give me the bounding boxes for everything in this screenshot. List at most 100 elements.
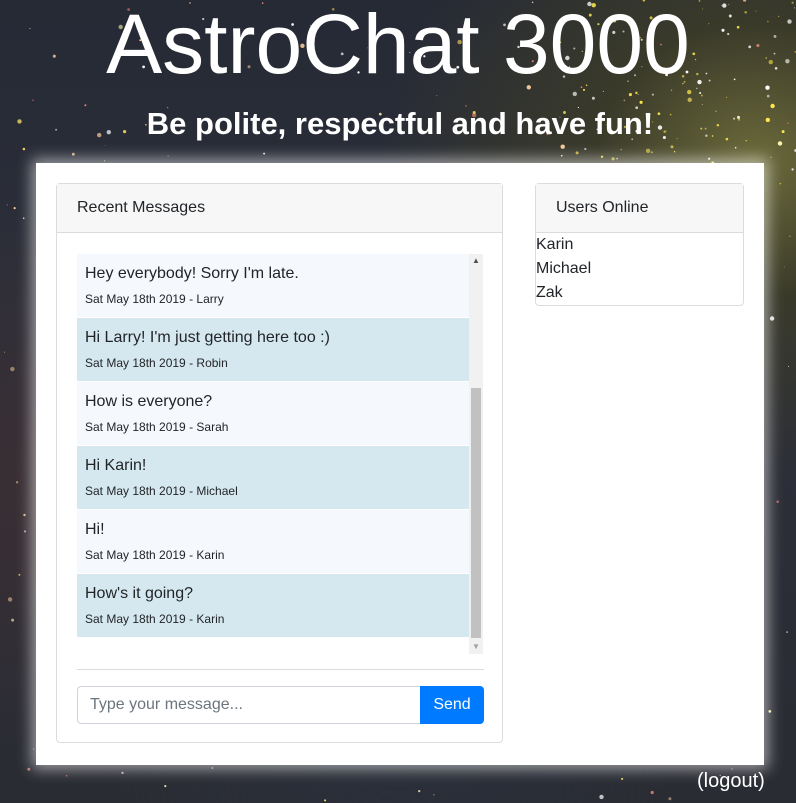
message-text: Hi Larry! I'm just getting here too :) (85, 329, 330, 346)
message-item: Hey everybody! Sorry I'm late. Sat May 1… (77, 254, 469, 318)
message-item: Hi! Sat May 18th 2019 - Karin (77, 510, 469, 574)
scrollbar-thumb[interactable] (471, 388, 481, 638)
message-item: Hi Karin! Sat May 18th 2019 - Michael (77, 446, 469, 510)
message-item: Hi Larry! I'm just getting here too :) S… (77, 318, 469, 382)
user-item: Karin (536, 236, 574, 253)
send-button[interactable]: Send (420, 686, 484, 724)
star (7, 597, 13, 602)
star (637, 94, 639, 96)
star (23, 530, 27, 533)
message-text: Hi Karin! (85, 457, 147, 474)
star (623, 99, 626, 102)
star (22, 217, 25, 219)
star (11, 618, 15, 622)
scroll-up-arrow-icon[interactable]: ▲ (469, 254, 483, 268)
star (620, 148, 622, 151)
star (6, 204, 8, 206)
star (770, 156, 772, 158)
star (211, 767, 214, 769)
star (635, 91, 638, 95)
star (418, 789, 421, 793)
message-item: How is everyone? Sat May 18th 2019 - Sar… (77, 382, 469, 446)
star (324, 799, 327, 802)
message-meta: Sat May 18th 2019 - Karin (85, 548, 225, 562)
star (263, 152, 266, 155)
star (779, 182, 782, 185)
message-meta: Sat May 18th 2019 - Larry (85, 292, 224, 306)
star (768, 710, 772, 713)
star (560, 144, 565, 149)
message-item: How's it going? Sat May 18th 2019 - Kari… (77, 574, 469, 638)
star (687, 97, 692, 103)
star (15, 481, 19, 484)
users-online-header: Users Online (536, 184, 743, 233)
star (167, 155, 169, 157)
star (650, 790, 654, 795)
message-meta: Sat May 18th 2019 - Sarah (85, 420, 229, 434)
chat-card: Recent Messages Hey everybody! Sorry I'm… (36, 163, 764, 765)
recent-messages-header: Recent Messages (57, 184, 502, 233)
star (584, 147, 587, 151)
star (575, 151, 579, 155)
recent-messages-panel: Recent Messages Hey everybody! Sorry I'm… (56, 183, 503, 743)
user-item: Zak (536, 284, 563, 301)
star (121, 771, 124, 775)
logout-link[interactable]: (logout) (697, 769, 765, 793)
star (651, 93, 655, 96)
star (645, 148, 651, 153)
users-online-panel: Users Online Karin Michael Zak (535, 183, 744, 306)
star (699, 92, 702, 94)
star (13, 207, 16, 210)
users-list: Karin Michael Zak (536, 233, 743, 305)
star (27, 767, 31, 771)
star (22, 147, 26, 151)
star (766, 94, 770, 98)
star (23, 513, 26, 517)
star (32, 99, 34, 101)
site-title: AstroChat 3000 (106, 0, 690, 91)
message-input[interactable] (77, 686, 421, 724)
star (707, 157, 711, 160)
star (789, 235, 791, 237)
messages-scrollbar[interactable]: ▲ ▼ (469, 254, 483, 654)
star (776, 500, 780, 504)
message-meta: Sat May 18th 2019 - Karin (85, 612, 225, 626)
star (104, 144, 106, 146)
star (164, 785, 167, 788)
star (734, 146, 737, 149)
star (650, 151, 653, 154)
star (670, 145, 674, 149)
message-text: How's it going? (85, 585, 193, 602)
message-meta: Sat May 18th 2019 - Robin (85, 356, 228, 370)
star (628, 93, 632, 97)
message-input-group: Send (77, 686, 484, 724)
message-text: How is everyone? (85, 393, 213, 410)
messages-list[interactable]: Hey everybody! Sorry I'm late. Sat May 1… (77, 254, 469, 654)
star (436, 95, 438, 97)
star (560, 154, 563, 157)
site-subtitle: Be polite, respectful and have fun! (146, 106, 654, 141)
star (668, 797, 672, 801)
star (4, 351, 6, 353)
star (769, 316, 775, 321)
star (787, 365, 790, 367)
scroll-down-arrow-icon[interactable]: ▼ (469, 640, 483, 654)
star (791, 168, 794, 171)
message-text: Hi! (85, 521, 105, 538)
star (786, 631, 788, 633)
divider (77, 669, 484, 670)
star (104, 160, 106, 162)
star (784, 266, 785, 268)
star (673, 150, 676, 153)
star (10, 366, 15, 372)
star (433, 794, 435, 796)
star (572, 91, 577, 97)
star (33, 748, 35, 750)
message-meta: Sat May 18th 2019 - Michael (85, 484, 238, 498)
star (700, 94, 703, 97)
star (599, 794, 604, 800)
star (591, 96, 595, 100)
user-item: Michael (536, 260, 592, 277)
star (600, 155, 604, 158)
star (616, 157, 619, 160)
